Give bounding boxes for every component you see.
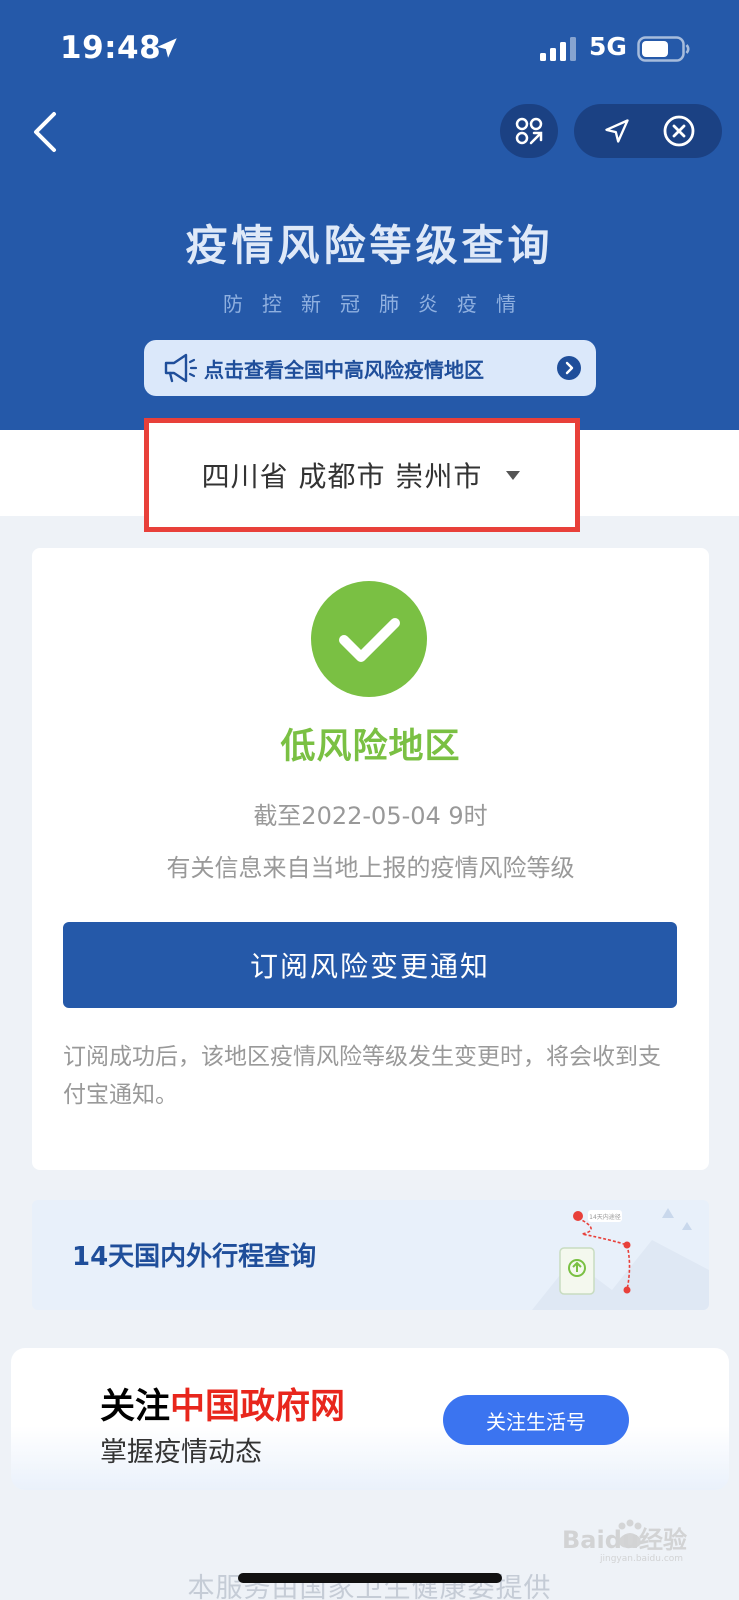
route-map-illustration: 14天内途径: [532, 1208, 709, 1310]
chevron-right-circle-icon: [557, 356, 581, 380]
status-time: 19:48: [60, 30, 162, 66]
footer-text: 本服务由国家卫生健康委提供: [187, 1573, 552, 1600]
status-bar: 19:48 5G: [0, 0, 739, 100]
watermark-text: Baidu经验: [562, 1526, 687, 1554]
navigation-arrow-icon: [605, 119, 629, 143]
close-button[interactable]: [659, 111, 699, 151]
map-badge-text: 14天内途径: [589, 1213, 621, 1221]
high-risk-areas-banner[interactable]: 点击查看全国中高风险疫情地区: [144, 340, 596, 396]
back-button[interactable]: [26, 108, 66, 156]
baidu-watermark: Baidu经验 jingyan.baidu.com: [562, 1519, 687, 1564]
check-circle-icon: [311, 581, 427, 697]
location-arrow-icon: [157, 38, 177, 58]
home-indicator[interactable]: [238, 1573, 502, 1583]
trip-query-card[interactable]: 14天国内外行程查询 14天内途径: [32, 1200, 709, 1310]
follow-headline: 关注中国政府网: [100, 1378, 345, 1429]
signal-icon: [540, 37, 576, 61]
follow-subline: 掌握疫情动态: [100, 1437, 262, 1468]
megaphone-icon: [164, 353, 198, 383]
location-text: 四川省 成都市 崇州市: [201, 460, 483, 493]
scan-icon: [515, 117, 543, 145]
risk-level: 低风险地区: [280, 727, 461, 767]
follow-button[interactable]: 关注生活号: [443, 1395, 629, 1445]
source-note: 有关信息来自当地上报的疫情风险等级: [166, 854, 575, 882]
as-of-time: 截至2022-05-04 9时: [253, 802, 488, 830]
page-subtitle: 防控新冠肺炎疫情: [223, 292, 535, 316]
follow-gov-card: 关注中国政府网 掌握疫情动态 关注生活号: [11, 1348, 729, 1490]
risk-result-card: 低风险地区 截至2022-05-04 9时 有关信息来自当地上报的疫情风险等级 …: [32, 548, 709, 1170]
banner-text: 点击查看全国中高风险疫情地区: [204, 357, 484, 382]
header: 19:48 5G 疫情风险等级查询 防控新冠肺炎疫情 点击查看全国中高风险疫情地…: [0, 0, 739, 430]
follow-highlight: 中国政府网: [170, 1387, 346, 1427]
network-type: 5G: [589, 32, 627, 61]
page-title: 疫情风险等级查询: [185, 221, 554, 270]
location-selector[interactable]: 四川省 成都市 崇州市: [144, 418, 580, 532]
mini-app-capsule: [574, 104, 722, 158]
close-circle-icon: [663, 115, 695, 147]
battery-icon: [637, 36, 690, 62]
subscribe-note: 订阅成功后，该地区疫情风险等级发生变更时，将会收到支付宝通知。: [63, 1044, 661, 1108]
locate-button[interactable]: [597, 111, 637, 151]
chevron-left-icon: [34, 112, 56, 152]
follow-prefix: 关注: [100, 1387, 171, 1427]
scan-button[interactable]: [500, 104, 558, 158]
subscribe-button[interactable]: 订阅风险变更通知: [63, 922, 677, 1008]
watermark-subtext: jingyan.baidu.com: [599, 1554, 683, 1564]
caret-down-icon: [506, 471, 521, 480]
trip-query-title: 14天国内外行程查询: [72, 1242, 317, 1272]
